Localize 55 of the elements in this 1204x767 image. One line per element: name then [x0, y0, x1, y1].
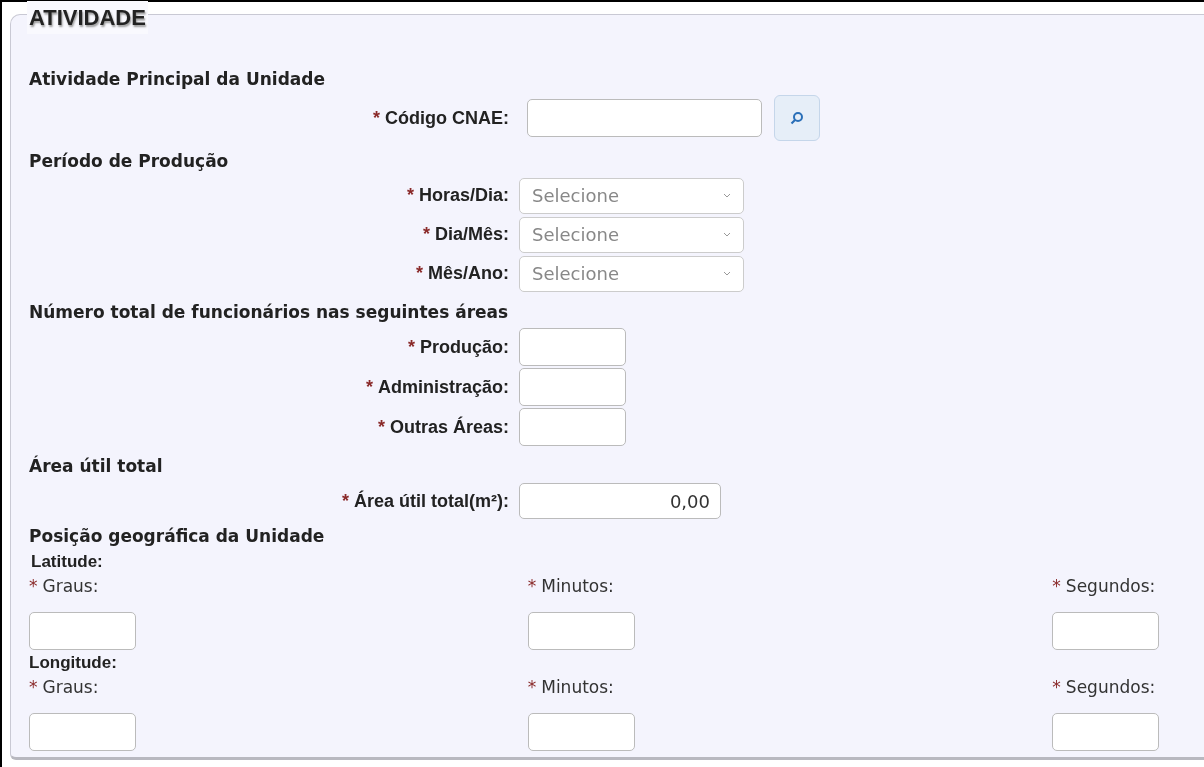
- required-asterisk: *: [29, 575, 38, 599]
- coordinate-input[interactable]: [527, 612, 635, 650]
- select-dropdown[interactable]: Selecione: [519, 177, 744, 214]
- required-asterisk: *: [342, 489, 349, 513]
- section-heading: Atividade Principal da Unidade: [29, 68, 326, 91]
- required-asterisk: *: [365, 375, 373, 399]
- required-asterisk: *: [422, 223, 430, 246]
- field-label: Graus:: [42, 575, 99, 599]
- required-asterisk: *: [416, 262, 423, 285]
- field-label: Produção:: [420, 335, 509, 359]
- required-asterisk: *: [406, 184, 414, 207]
- number-input[interactable]: [519, 408, 626, 446]
- select-dropdown[interactable]: Selecione: [519, 216, 744, 253]
- coordinate-input[interactable]: [1052, 612, 1160, 650]
- coordinate-input[interactable]: [527, 713, 635, 751]
- field-label: Dia/Mês:: [434, 223, 509, 246]
- field-label: Código CNAE:: [385, 106, 509, 130]
- field-label: Mês/Ano:: [428, 262, 509, 285]
- section-heading: Período de Produção: [29, 150, 230, 173]
- group-label: Latitude:: [30, 551, 104, 573]
- chevron-icon: [723, 232, 731, 237]
- group-label: Longitude:: [29, 652, 118, 674]
- required-asterisk: *: [29, 676, 38, 700]
- area-input[interactable]: 0,00: [519, 483, 721, 519]
- chevron-icon: [723, 271, 731, 276]
- legend-title: ATIVIDADE: [27, 1, 148, 34]
- field-label: Horas/Dia:: [418, 184, 509, 207]
- search-icon: [790, 111, 804, 125]
- field-label: Administração:: [377, 375, 509, 399]
- required-asterisk: *: [407, 335, 415, 359]
- required-asterisk: *: [527, 575, 537, 599]
- number-input[interactable]: [519, 328, 626, 366]
- required-asterisk: *: [1052, 676, 1061, 700]
- number-input[interactable]: [519, 368, 626, 406]
- section-heading: Número total de funcionários nas seguintes áreas: [29, 301, 510, 324]
- required-asterisk: *: [377, 415, 385, 439]
- coordinate-input[interactable]: [1052, 713, 1160, 751]
- required-asterisk: *: [527, 676, 537, 700]
- select-dropdown[interactable]: Selecione: [519, 255, 744, 292]
- field-label: Minutos:: [541, 575, 614, 599]
- section-heading: Área útil total: [29, 454, 164, 478]
- field-label: Segundos:: [1065, 676, 1156, 700]
- section-heading: Posição geográfica da Unidade: [29, 525, 326, 548]
- field-label: Área útil total(m²):: [354, 489, 509, 513]
- cnae-input[interactable]: [527, 99, 762, 137]
- coordinate-input[interactable]: [29, 713, 136, 751]
- field-label: Graus:: [42, 676, 99, 700]
- required-asterisk: *: [1052, 575, 1061, 599]
- field-label: Outras Áreas:: [389, 415, 509, 439]
- required-asterisk: *: [373, 106, 380, 130]
- field-label: Segundos:: [1065, 575, 1156, 599]
- coordinate-input[interactable]: [29, 612, 136, 650]
- search-button[interactable]: [774, 95, 820, 141]
- chevron-icon: [723, 193, 731, 198]
- field-label: Minutos:: [541, 676, 614, 700]
